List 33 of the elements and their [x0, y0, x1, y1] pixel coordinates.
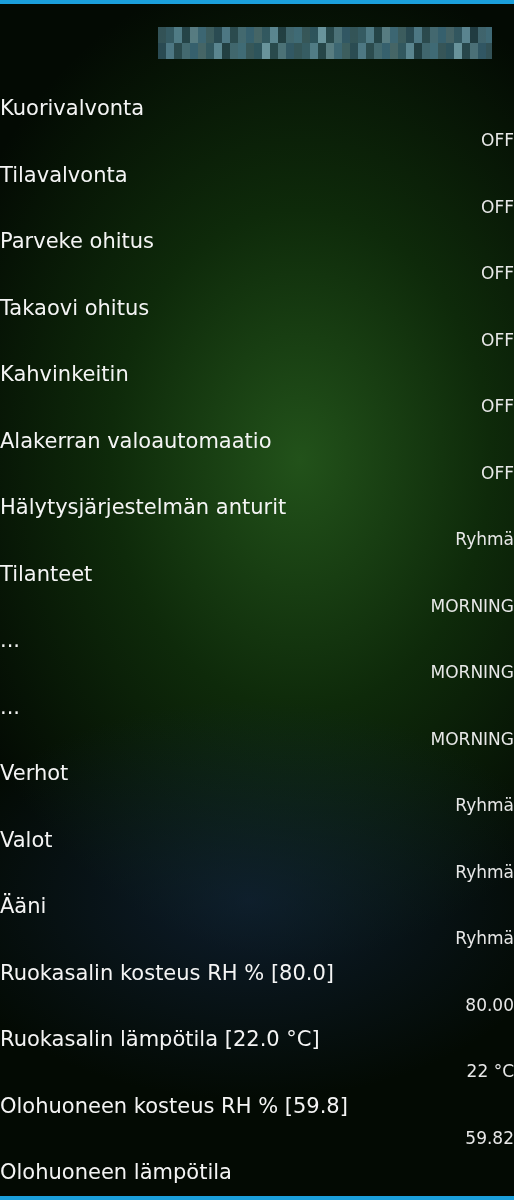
setting-label: Tilanteet: [0, 560, 93, 588]
setting-value[interactable]: OFF: [481, 258, 514, 289]
setting-value[interactable]: 59.82: [465, 1122, 514, 1154]
setting-value[interactable]: MORNING: [430, 723, 514, 755]
setting-value[interactable]: OFF: [481, 457, 514, 489]
setting-label: Kahvinkeitin: [0, 361, 129, 388]
setting-value[interactable]: 22 °C: [466, 1056, 514, 1087]
setting-label: Valot: [0, 826, 53, 854]
setting-value[interactable]: Ryhmä: [455, 524, 514, 555]
setting-value[interactable]: Ryhmä: [455, 856, 514, 888]
setting-label: Ääni: [0, 892, 47, 920]
setting-label: Olohuoneen lämpötila: [0, 1159, 232, 1186]
setting-value[interactable]: OFF: [481, 324, 514, 356]
setting-value[interactable]: MORNING: [430, 590, 514, 622]
setting-label: ...: [0, 627, 21, 654]
setting-value[interactable]: MORNING: [430, 657, 514, 688]
setting-label: Hälytysjärjestelmän anturit: [0, 494, 287, 521]
setting-value[interactable]: 80.00: [465, 989, 514, 1021]
setting-label: ...: [0, 693, 21, 721]
setting-label: Kuorivalvonta: [0, 95, 145, 122]
setting-value[interactable]: Ryhmä: [455, 923, 514, 954]
setting-label: Olohuoneen kosteus RH % [59.8]: [0, 1092, 348, 1120]
setting-label: Tilavalvonta: [0, 161, 128, 189]
setting-value[interactable]: OFF: [481, 391, 514, 422]
setting-label: Parveke ohitus: [0, 228, 155, 255]
setting-label: Alakerran valoautomaatio: [0, 427, 272, 455]
setting-value[interactable]: Ryhmä: [455, 790, 514, 821]
setting-label: Verhot: [0, 760, 69, 787]
setting-value[interactable]: OFF: [481, 125, 514, 156]
setting-label: Ruokasalin lämpötila [22.0 °C]: [0, 1026, 320, 1053]
setting-label: Ruokasalin kosteus RH % [80.0]: [0, 959, 335, 987]
setting-label: Takaovi ohitus: [0, 294, 150, 322]
setting-value[interactable]: OFF: [481, 191, 514, 223]
